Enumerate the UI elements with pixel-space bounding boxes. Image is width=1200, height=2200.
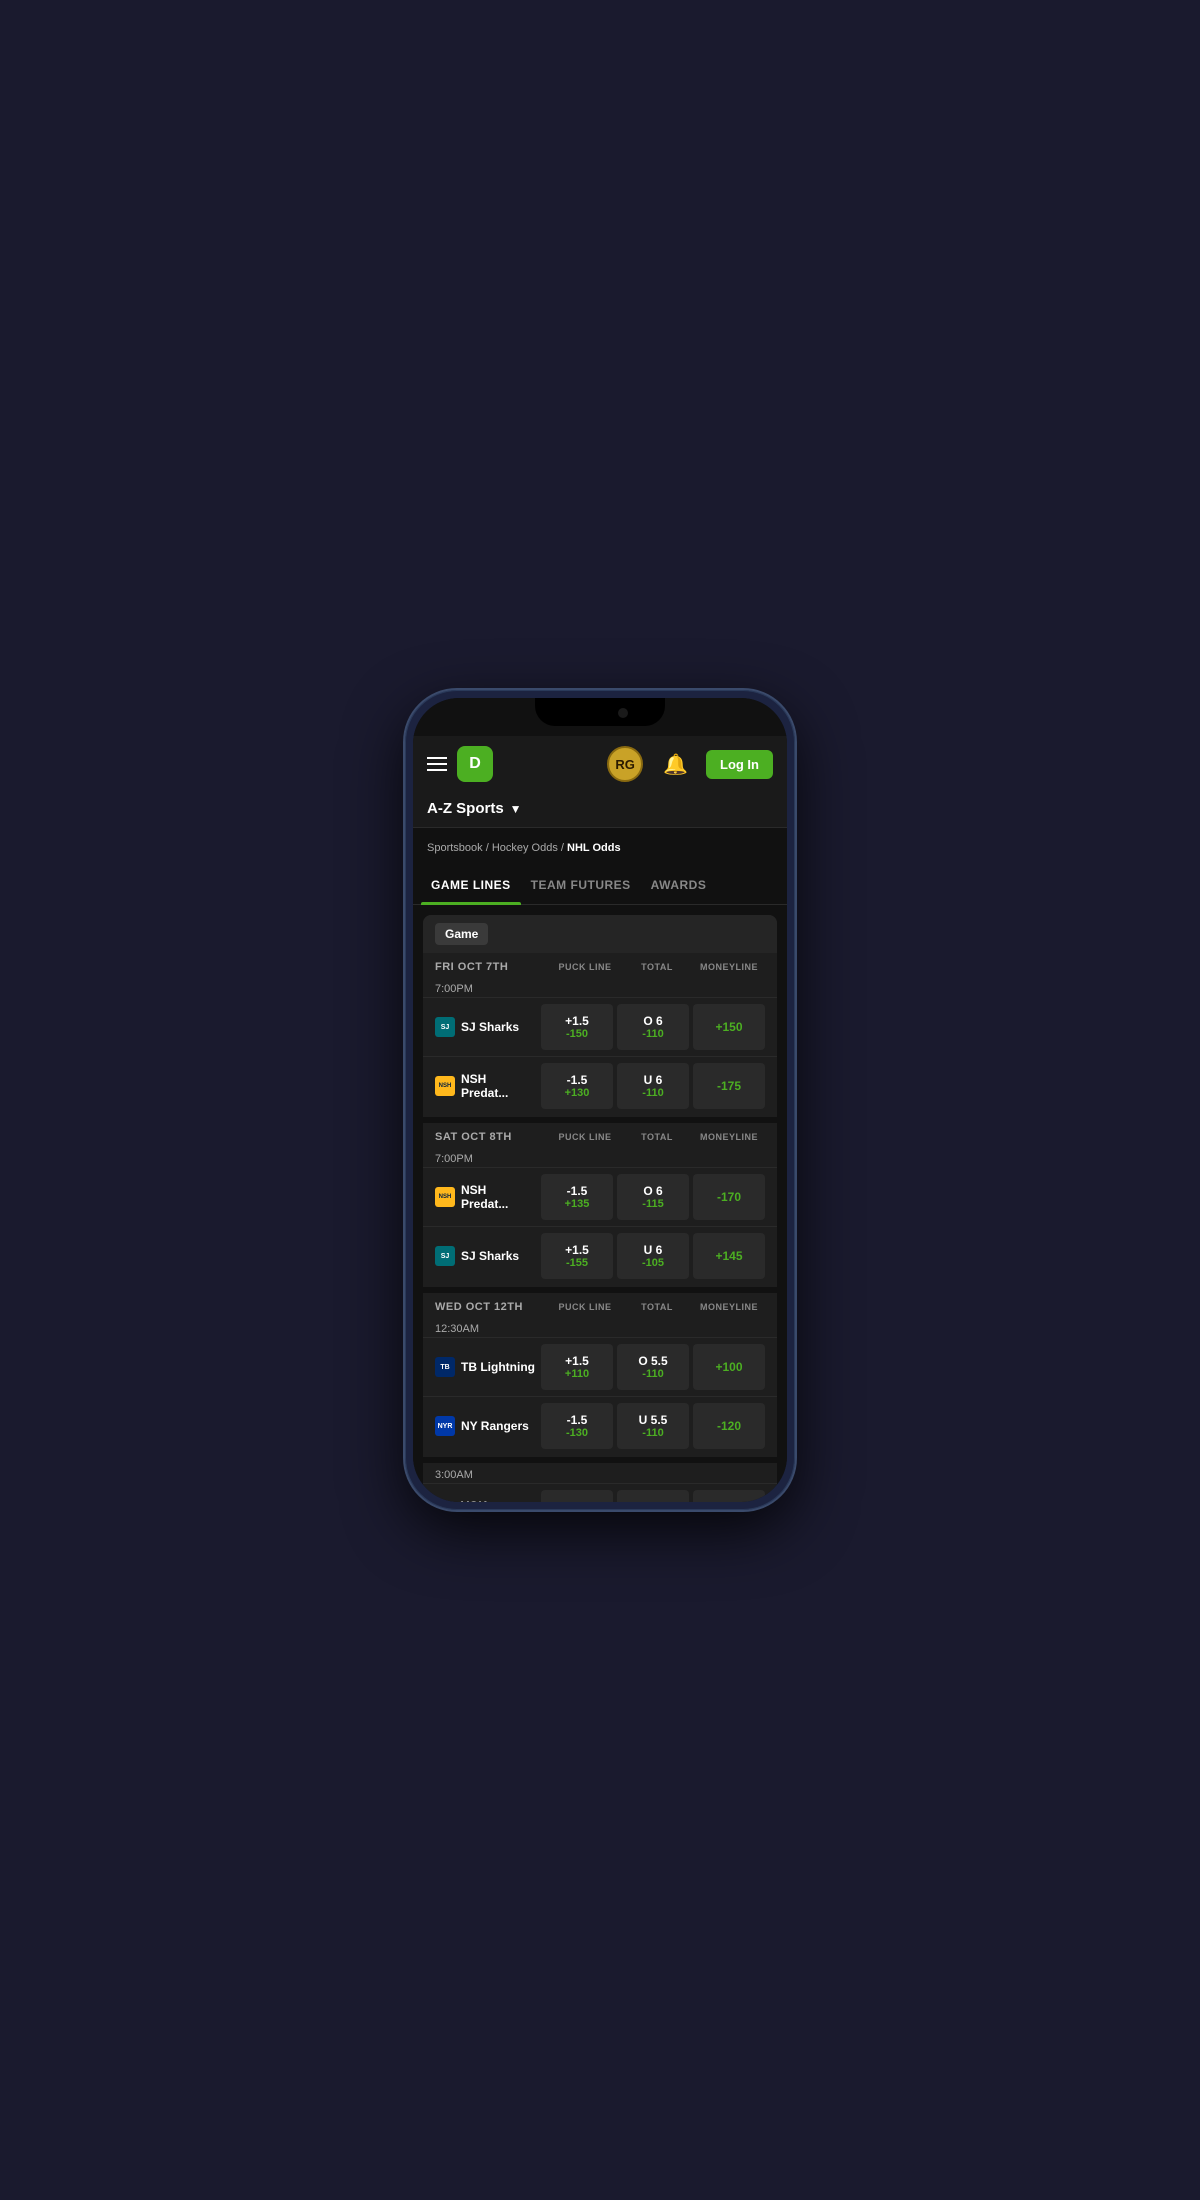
date-fri: FRI OCT 7TH [435, 961, 549, 973]
matchup-wed-1: 12:30AM TB TB Lightning +1.5 +110 O 5.5 … [423, 1317, 777, 1457]
main-content: Game FRI OCT 7TH PUCK LINE TOTAL MONEYLI… [413, 905, 787, 1502]
table-row: SJ SJ Sharks +1.5 -155 U 6 -105 [423, 1226, 777, 1285]
nsh-predators-puckline-2[interactable]: -1.5 +135 [541, 1174, 613, 1220]
date-row-sat: SAT OCT 8TH PUCK LINE TOTAL MONEYLINE [423, 1123, 777, 1147]
game-label: Game [435, 923, 488, 945]
sj-sharks-logo-2: SJ [435, 1246, 455, 1266]
breadcrumb: Sportsbook / Hockey Odds / NHL Odds [413, 828, 787, 866]
tab-game-lines[interactable]: GAME LINES [421, 866, 521, 904]
table-row: SJ SJ Sharks +1.5 -150 O 6 -110 [423, 997, 777, 1056]
login-button[interactable]: Log In [706, 750, 773, 779]
table-row: TB TB Lightning +1.5 +110 O 5.5 -110 [423, 1337, 777, 1396]
nsh-predators-logo-2: NSH [435, 1187, 455, 1207]
vgk-puckline[interactable]: +1.5 -245 [541, 1490, 613, 1502]
sj-sharks-name-2: SJ Sharks [461, 1249, 537, 1263]
nsh-predators-moneyline-2[interactable]: -170 [693, 1174, 765, 1220]
chevron-down-icon: ▼ [510, 802, 522, 816]
matchup-wed-2: 3:00AM VGK VGK Golden... +1.5 -245 O 6 -… [423, 1463, 777, 1502]
ny-rangers-puckline[interactable]: -1.5 -130 [541, 1403, 613, 1449]
sports-selector: A-Z Sports ▼ [413, 792, 787, 828]
tb-lightning-logo: TB [435, 1357, 455, 1377]
ny-rangers-total[interactable]: U 5.5 -110 [617, 1403, 689, 1449]
nsh-predators-puckline-1[interactable]: -1.5 +130 [541, 1063, 613, 1109]
tab-awards[interactable]: AWARDS [641, 866, 717, 904]
breadcrumb-current: NHL Odds [567, 842, 621, 854]
ny-rangers-name: NY Rangers [461, 1419, 537, 1433]
nsh-predators-moneyline-1[interactable]: -175 [693, 1063, 765, 1109]
col-ml-wed: MONEYLINE [693, 1302, 765, 1312]
matchup-fri-1: 7:00PM SJ SJ Sharks +1.5 -150 O 6 -11 [423, 977, 777, 1117]
breadcrumb-trail: Sportsbook / Hockey Odds / [427, 842, 567, 854]
col-puckline-fri: PUCK LINE [549, 962, 621, 972]
game-table: Game FRI OCT 7TH PUCK LINE TOTAL MONEYLI… [423, 915, 777, 1502]
nsh-predators-logo-1: NSH [435, 1076, 455, 1096]
game-table-header: Game [423, 915, 777, 953]
tb-lightning-name: TB Lightning [461, 1360, 537, 1374]
rg-logo: RG [607, 746, 643, 782]
col-ml-sat: MONEYLINE [693, 1132, 765, 1142]
draftkings-logo: D [457, 746, 493, 782]
date-row-fri: FRI OCT 7TH PUCK LINE TOTAL MONEYLINE [423, 953, 777, 977]
sj-sharks-total-2[interactable]: U 6 -105 [617, 1233, 689, 1279]
col-total-sat: TOTAL [621, 1132, 693, 1142]
sj-sharks-puckline-2[interactable]: +1.5 -155 [541, 1233, 613, 1279]
col-total-fri: TOTAL [621, 962, 693, 972]
nsh-predators-name-2: NSH Predat... [461, 1183, 537, 1211]
col-puckline-sat: PUCK LINE [549, 1132, 621, 1142]
col-total-wed: TOTAL [621, 1302, 693, 1312]
nsh-predators-total-1[interactable]: U 6 -110 [617, 1063, 689, 1109]
nsh-predators-name-1: NSH Predat... [461, 1072, 537, 1100]
sj-sharks-puckline[interactable]: +1.5 -150 [541, 1004, 613, 1050]
notification-bell-icon[interactable]: 🔔 [663, 752, 688, 777]
ny-rangers-moneyline[interactable]: -120 [693, 1403, 765, 1449]
vgk-total[interactable]: O 6 -110 [617, 1490, 689, 1502]
sports-dropdown[interactable]: A-Z Sports ▼ [427, 800, 773, 817]
col-ml-fri: MONEYLINE [693, 962, 765, 972]
time-sat-1: 7:00PM [423, 1149, 777, 1167]
sports-label: A-Z Sports [427, 800, 504, 817]
vgk-name: VGK Golden... [461, 1499, 537, 1502]
time-fri-1: 7:00PM [423, 979, 777, 997]
table-row: NYR NY Rangers -1.5 -130 U 5.5 -110 [423, 1396, 777, 1455]
sj-sharks-logo: SJ [435, 1017, 455, 1037]
nsh-predators-total-2[interactable]: O 6 -115 [617, 1174, 689, 1220]
tb-lightning-total[interactable]: O 5.5 -110 [617, 1344, 689, 1390]
tb-lightning-moneyline[interactable]: +100 [693, 1344, 765, 1390]
col-puckline-wed: PUCK LINE [549, 1302, 621, 1312]
date-wed: WED OCT 12TH [435, 1301, 549, 1313]
tab-team-futures[interactable]: TEAM FUTURES [521, 866, 641, 904]
time-wed-2: 3:00AM [423, 1465, 777, 1483]
sj-sharks-total[interactable]: O 6 -110 [617, 1004, 689, 1050]
date-row-wed: WED OCT 12TH PUCK LINE TOTAL MONEYLINE [423, 1293, 777, 1317]
hamburger-menu[interactable] [427, 757, 447, 771]
ny-rangers-logo: NYR [435, 1416, 455, 1436]
tb-lightning-puckline[interactable]: +1.5 +110 [541, 1344, 613, 1390]
sj-sharks-moneyline-2[interactable]: +145 [693, 1233, 765, 1279]
time-wed-1: 12:30AM [423, 1319, 777, 1337]
sj-sharks-name: SJ Sharks [461, 1020, 537, 1034]
table-row: NSH NSH Predat... -1.5 +135 O 6 -115 [423, 1167, 777, 1226]
sj-sharks-moneyline[interactable]: +150 [693, 1004, 765, 1050]
table-row: VGK VGK Golden... +1.5 -245 O 6 -110 [423, 1483, 777, 1502]
date-sat: SAT OCT 8TH [435, 1131, 549, 1143]
table-row: NSH NSH Predat... -1.5 +130 U 6 -110 [423, 1056, 777, 1115]
tabs-container: GAME LINES TEAM FUTURES AWARDS [413, 866, 787, 905]
matchup-sat-1: 7:00PM NSH NSH Predat... -1.5 +135 O 6 [423, 1147, 777, 1287]
vgk-moneyline[interactable]: -105 [693, 1490, 765, 1502]
top-nav: D RG 🔔 Log In [413, 736, 787, 792]
